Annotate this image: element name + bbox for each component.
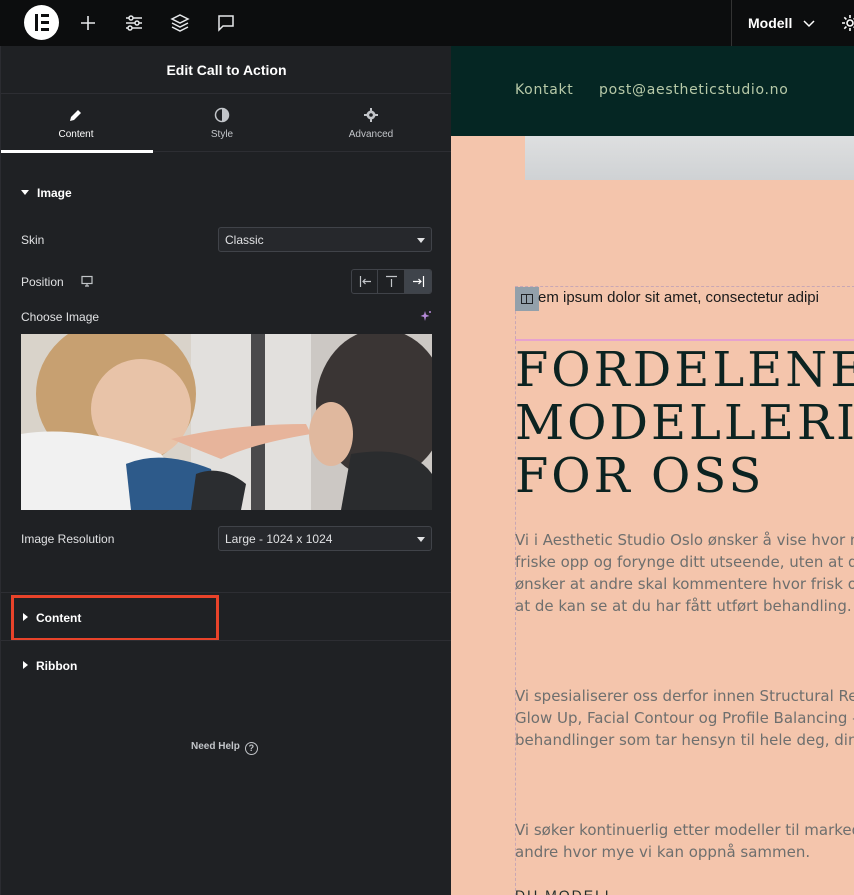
chevron-down-icon[interactable]: [801, 15, 817, 31]
section-divider: [1, 640, 452, 641]
section-label: Content: [36, 611, 82, 625]
paragraph-line: Vi i Aesthetic Studio Oslo ønsker å vise…: [515, 531, 854, 549]
tab-style[interactable]: Style: [147, 94, 297, 152]
resolution-value: Large - 1024 x 1024: [225, 532, 333, 546]
column-handle-icon[interactable]: [515, 287, 539, 311]
ai-sparkle-icon[interactable]: [419, 310, 432, 323]
topbar-divider: [731, 0, 732, 46]
image-preview[interactable]: [21, 334, 432, 510]
image-resolution-select[interactable]: Large - 1024 x 1024: [218, 526, 432, 551]
align-right-icon[interactable]: [404, 270, 431, 293]
skin-label: Skin: [21, 233, 45, 247]
help-icon: ?: [244, 742, 258, 755]
monitor-icon[interactable]: [81, 275, 93, 287]
treatment-photo: [21, 334, 432, 510]
caret-right-icon: [23, 661, 28, 669]
position-label: Position: [21, 275, 93, 289]
headline-line: FOR OSS: [515, 448, 765, 504]
choose-image-label: Choose Image: [21, 310, 100, 324]
position-label-text: Position: [21, 275, 64, 289]
nav-link-email[interactable]: post@aestheticstudio.no: [599, 82, 789, 98]
paragraph-line: behandlinger som tar hensyn til hele deg…: [515, 731, 854, 749]
tab-label: Style: [210, 129, 234, 140]
align-left-icon[interactable]: [352, 270, 379, 293]
image-resolution-label: Image Resolution: [21, 532, 115, 546]
panel-tabs: Content Style Advanced: [1, 94, 452, 153]
select-arrow-icon: [417, 537, 425, 542]
section-label: Ribbon: [36, 659, 78, 673]
select-arrow-icon: [417, 238, 425, 243]
need-help-link[interactable]: Need Help?: [191, 741, 258, 755]
paragraph-line: andre hvor mye vi kan oppnå sammen.: [515, 843, 811, 861]
document-name[interactable]: Modell: [748, 15, 792, 31]
section-ribbon-header[interactable]: Ribbon: [23, 659, 77, 673]
paragraph-3: Vi søker kontinuerlig etter modeller til…: [515, 819, 854, 863]
paragraph-line: Glow Up, Facial Contour og Profile Balan…: [515, 709, 854, 727]
chat-icon[interactable]: [214, 11, 238, 35]
partial-heading: DU MODELL: [515, 887, 615, 895]
align-top-icon[interactable]: [378, 270, 405, 293]
paragraph-line: ønsker at andre skal kommentere hvor fri…: [515, 575, 854, 593]
elementor-logo-icon[interactable]: [24, 5, 59, 40]
site-header: Kontakt post@aestheticstudio.no: [451, 46, 854, 136]
skin-value: Classic: [225, 233, 264, 247]
skin-select[interactable]: Classic: [218, 227, 432, 252]
paragraph-line: friske opp og forynge ditt utseende, ute…: [515, 553, 854, 571]
page-preview: Kontakt post@aestheticstudio.no em ipsum…: [451, 46, 854, 895]
sliders-icon[interactable]: [122, 11, 146, 35]
section-image-header[interactable]: Image: [21, 186, 72, 200]
headline: FORDELENE MODELLERI FOR OSS: [515, 344, 854, 503]
gear-icon: [364, 108, 378, 122]
section-content-header[interactable]: Content: [23, 611, 81, 625]
layers-icon[interactable]: [168, 11, 192, 35]
need-help-label: Need Help: [191, 741, 240, 752]
widget-selection-outline: [515, 339, 854, 341]
tab-content[interactable]: Content: [1, 94, 153, 153]
paragraph-line: Vi spesialiserer oss derfor innen Struct…: [515, 687, 854, 705]
top-bar: Modell: [0, 0, 854, 46]
section-outline: [515, 286, 854, 287]
section-divider: [1, 592, 452, 593]
paragraph-line: Vi søker kontinuerlig etter modeller til…: [515, 821, 854, 839]
tab-label: Advanced: [348, 129, 394, 140]
panel-title: Edit Call to Action: [166, 62, 287, 78]
position-toggle-group: [351, 269, 432, 294]
nav-link-kontakt[interactable]: Kontakt: [515, 82, 574, 98]
tab-label: Content: [58, 129, 94, 140]
paragraph-line: at de kan se at du har fått utført behan…: [515, 597, 852, 615]
editor-panel: Edit Call to Action Content Style Advanc…: [0, 46, 452, 895]
headline-line: MODELLERI: [515, 395, 854, 451]
caret-down-icon: [21, 190, 29, 195]
panel-header: Edit Call to Action: [1, 46, 452, 94]
hero-image-strip: [525, 136, 854, 180]
tab-advanced[interactable]: Advanced: [296, 94, 446, 152]
section-label: Image: [37, 186, 72, 200]
half-circle-icon: [214, 107, 230, 123]
paragraph-1: Vi i Aesthetic Studio Oslo ønsker å vise…: [515, 529, 854, 617]
settings-gear-icon[interactable]: [840, 13, 854, 33]
lorem-text: em ipsum dolor sit amet, consectetur adi…: [538, 289, 819, 306]
paragraph-2: Vi spesialiserer oss derfor innen Struct…: [515, 685, 854, 751]
plus-icon[interactable]: [76, 11, 100, 35]
caret-right-icon: [23, 613, 28, 621]
headline-line: FORDELENE: [515, 342, 854, 398]
pencil-icon: [70, 110, 81, 121]
